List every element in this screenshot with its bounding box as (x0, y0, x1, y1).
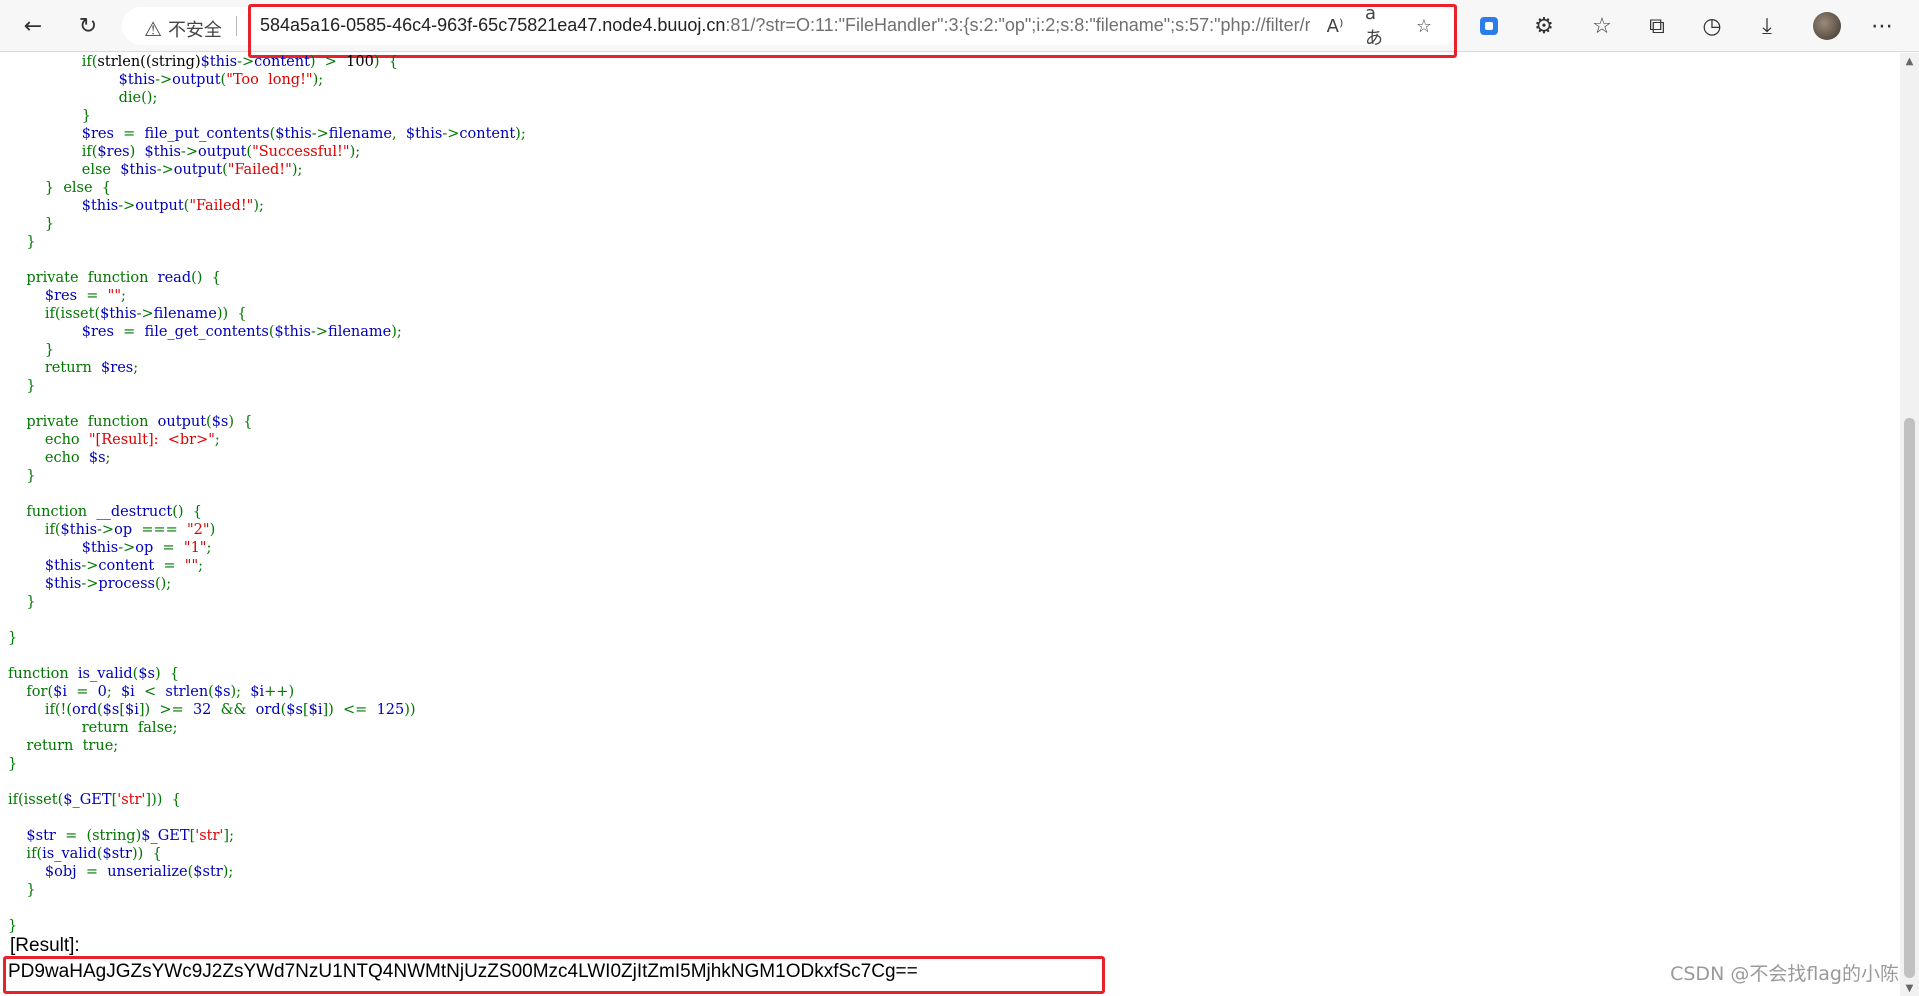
history-icon[interactable]: ◷ (1695, 9, 1729, 43)
vertical-scrollbar[interactable]: ▲ ▼ (1900, 53, 1919, 996)
php-source-code: if(strlen((string)$this->content) > 100)… (8, 54, 526, 934)
favorites-icon[interactable]: ☆ (1585, 9, 1619, 43)
warning-icon: ⚠ (144, 17, 162, 41)
extension-icon[interactable] (1472, 9, 1506, 43)
scroll-up-icon[interactable]: ▲ (1900, 53, 1919, 69)
avatar[interactable] (1810, 9, 1844, 43)
address-divider (236, 16, 237, 36)
result-highlight-box (3, 956, 1105, 994)
more-icon[interactable]: ⋯ (1865, 9, 1899, 43)
page-content: if(strlen((string)$this->content) > 100)… (0, 53, 1900, 996)
download-icon[interactable]: ⤓ (1750, 9, 1784, 43)
puzzle-icon[interactable]: ⚙ (1527, 9, 1561, 43)
scroll-down-icon[interactable]: ▼ (1900, 980, 1919, 996)
csdn-watermark: CSDN @不会找flag的小陈 (1670, 963, 1899, 985)
collections-icon[interactable]: ⧉ (1640, 9, 1674, 43)
security-indicator[interactable]: ⚠ 不安全 (144, 16, 222, 42)
result-label: [Result]: (10, 935, 80, 956)
url-highlight-box (248, 4, 1457, 58)
back-arrow-icon[interactable]: ← (16, 9, 50, 43)
scroll-thumb[interactable] (1904, 418, 1915, 978)
refresh-icon[interactable]: ↻ (71, 9, 105, 43)
security-label: 不安全 (167, 20, 222, 41)
